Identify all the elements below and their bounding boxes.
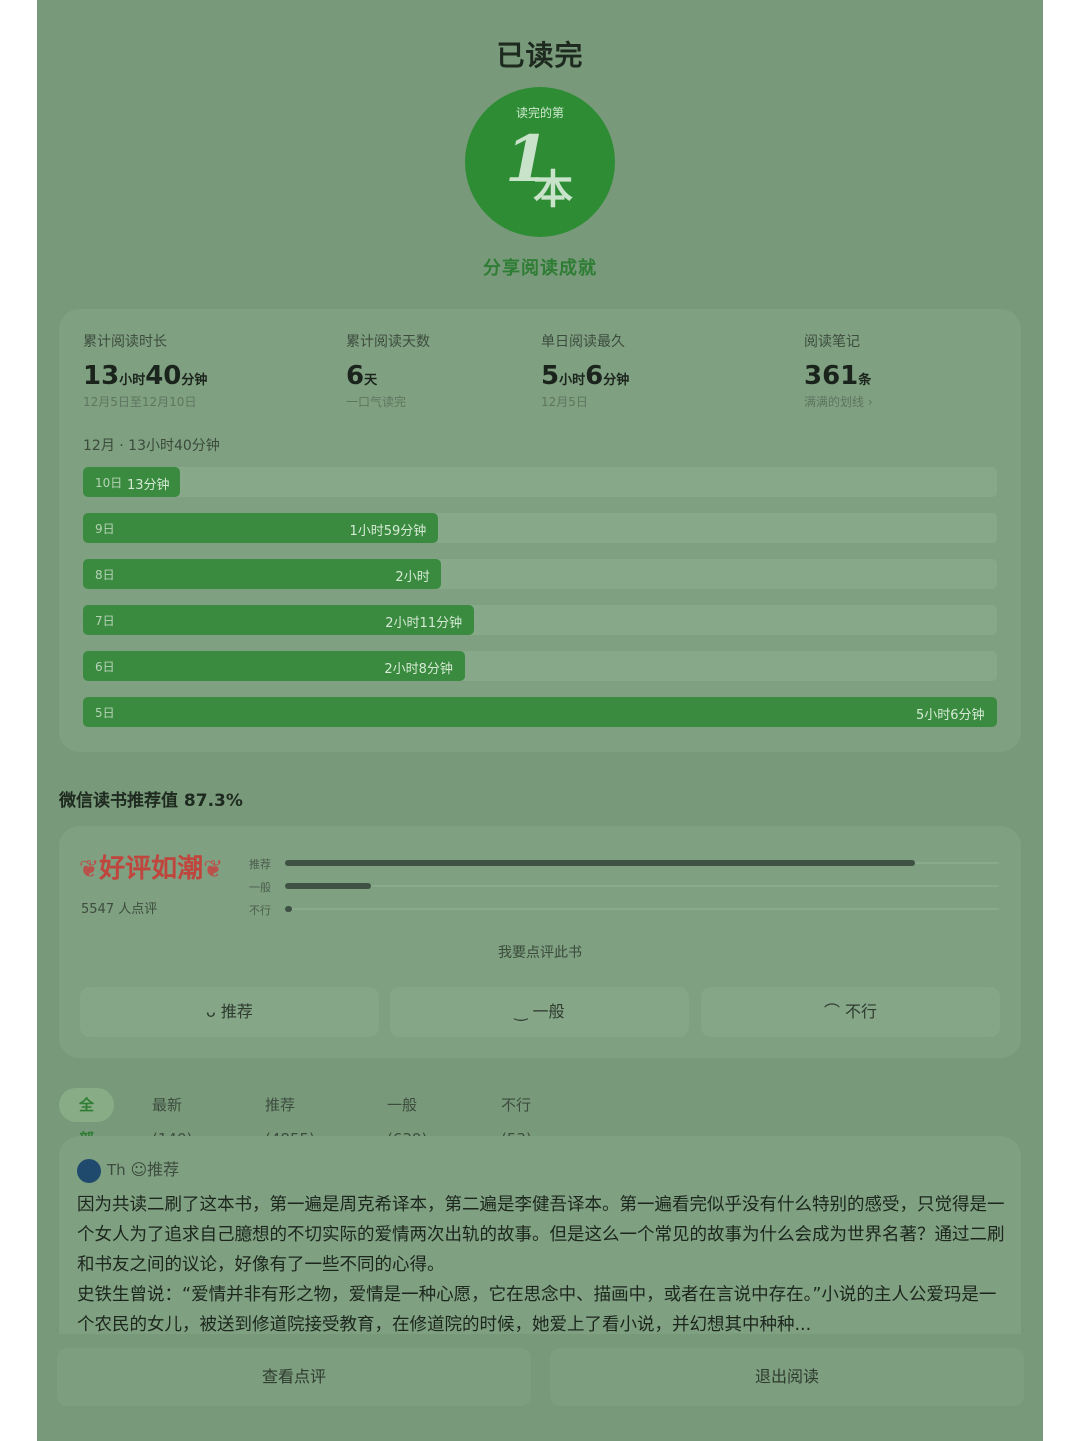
stat-longest-day: 单日阅读最久 5小时6分钟 12月5日 bbox=[541, 331, 629, 410]
month-summary: 12月 · 13小时40分钟 bbox=[83, 438, 220, 454]
tab-latest[interactable]: 最新(140) bbox=[152, 1088, 192, 1148]
tab-average[interactable]: 一般(639) bbox=[387, 1088, 427, 1148]
laurel-right-icon: ❦ bbox=[203, 855, 224, 883]
vote-average-button[interactable]: ‿ 一般 bbox=[390, 987, 689, 1037]
meter-fill bbox=[285, 906, 293, 912]
recommend-score-title: 微信读书推荐值 87.3% bbox=[59, 791, 243, 811]
review-prompt: 我要点评此书 bbox=[498, 945, 582, 961]
meter-label: 一般 bbox=[249, 881, 271, 894]
meter-track bbox=[285, 906, 999, 912]
bar-row: 5日 5小时6分钟 bbox=[83, 697, 997, 727]
tab-all[interactable]: 全部 bbox=[59, 1088, 115, 1148]
tab-bad[interactable]: 不行(53) bbox=[501, 1088, 532, 1148]
vote-bad-button[interactable]: ⌒ 不行 bbox=[701, 987, 1000, 1037]
bar-day: 9日 bbox=[95, 522, 115, 536]
stat-total-days: 累计阅读天数 6天 一口气读完 bbox=[346, 331, 430, 410]
review-user-name: Th bbox=[107, 1161, 126, 1179]
reviewer-count: 5547 人点评 bbox=[81, 902, 158, 917]
meter-label: 不行 bbox=[249, 904, 271, 917]
reading-stats-card: 累计阅读时长 13小时40分钟 12月5日至12月10日 累计阅读天数 6天 一… bbox=[59, 309, 1021, 752]
meter-label: 推荐 bbox=[249, 858, 271, 871]
avatar[interactable] bbox=[77, 1158, 101, 1183]
share-achievement-link[interactable]: 分享阅读成就 bbox=[37, 254, 1043, 280]
bar-row: 10日 13分钟 bbox=[83, 467, 997, 497]
review-tag: ☺推荐 bbox=[130, 1160, 180, 1179]
meter-track bbox=[285, 860, 999, 866]
achievement-badge[interactable]: 读完的第 1 本 bbox=[465, 87, 615, 237]
stat-value: 13小时40分钟 bbox=[83, 361, 208, 391]
bar-day: 10日 bbox=[95, 476, 123, 490]
bar-time: 1小时59分钟 bbox=[349, 524, 427, 539]
vote-recommend-button[interactable]: ᴗ 推荐 bbox=[80, 987, 379, 1037]
stat-value: 6天 bbox=[346, 361, 378, 391]
stat-label: 阅读笔记 bbox=[804, 334, 860, 350]
review-author: Th ☺推荐 bbox=[77, 1156, 179, 1183]
rating-card: ❦好评如潮❦ 5547 人点评 推荐 一般 不行 我要点评此书 ᴗ 推荐 ‿ 一… bbox=[59, 826, 1021, 1058]
stat-label: 累计阅读天数 bbox=[346, 334, 430, 350]
stat-sub: 12月5日 bbox=[541, 395, 588, 409]
stat-total-time: 累计阅读时长 13小时40分钟 12月5日至12月10日 bbox=[83, 331, 207, 410]
bar-day: 8日 bbox=[95, 568, 115, 582]
rating-badge: ❦好评如潮❦ bbox=[79, 848, 223, 885]
page-title: 已读完 bbox=[496, 39, 584, 72]
badge-unit: 本 bbox=[533, 167, 573, 213]
stat-sub: 12月5日至12月10日 bbox=[83, 395, 197, 409]
bar-time: 2小时11分钟 bbox=[385, 616, 463, 631]
page: 已读完 读完的第 1 本 分享阅读成就 累计阅读时长 13小时40分钟 12月5… bbox=[37, 0, 1043, 1441]
bar-time: 13分钟 bbox=[127, 478, 170, 493]
bar-time: 2小时 bbox=[395, 570, 430, 585]
view-reviews-button[interactable]: 查看点评 bbox=[57, 1348, 531, 1406]
tab-recommend[interactable]: 推荐(4855) bbox=[265, 1088, 315, 1148]
bar-row: 8日 2小时 bbox=[83, 559, 997, 589]
notes-link[interactable]: 满满的划线 › bbox=[804, 393, 873, 410]
stat-sub: 一口气读完 bbox=[346, 395, 407, 409]
bar-fill bbox=[83, 559, 442, 589]
meter-fill bbox=[285, 860, 916, 866]
bar-day: 6日 bbox=[95, 660, 115, 674]
stat-value: 5小时6分钟 bbox=[541, 361, 630, 391]
meter-fill bbox=[285, 883, 371, 889]
stat-notes[interactable]: 阅读笔记 361条 满满的划线 › bbox=[804, 331, 873, 410]
bar-day: 7日 bbox=[95, 614, 115, 628]
laurel-left-icon: ❦ bbox=[79, 855, 100, 883]
bottom-action-bar: 查看点评 退出阅读 bbox=[37, 1334, 1043, 1441]
bar-day: 5日 bbox=[95, 706, 115, 720]
review-text: 因为共读二刷了这本书，第一遍是周克希译本，第二遍是李健吾译本。第一遍看完似乎没有… bbox=[77, 1195, 1005, 1335]
bar-time: 2小时8分钟 bbox=[384, 662, 453, 677]
stat-label: 单日阅读最久 bbox=[541, 334, 625, 350]
stat-label: 累计阅读时长 bbox=[83, 334, 167, 350]
rating-badge-text: 好评如潮 bbox=[99, 854, 204, 884]
exit-reading-button[interactable]: 退出阅读 bbox=[550, 1348, 1024, 1406]
stat-value: 361条 bbox=[804, 361, 872, 391]
bar-row: 7日 2小时11分钟 bbox=[83, 605, 997, 635]
badge-prefix: 读完的第 bbox=[515, 106, 564, 120]
bar-row: 9日 1小时59分钟 bbox=[83, 513, 997, 543]
meter-track bbox=[285, 883, 999, 889]
bar-fill bbox=[83, 697, 997, 727]
bar-row: 6日 2小时8分钟 bbox=[83, 651, 997, 681]
bar-time: 5小时6分钟 bbox=[916, 708, 985, 723]
